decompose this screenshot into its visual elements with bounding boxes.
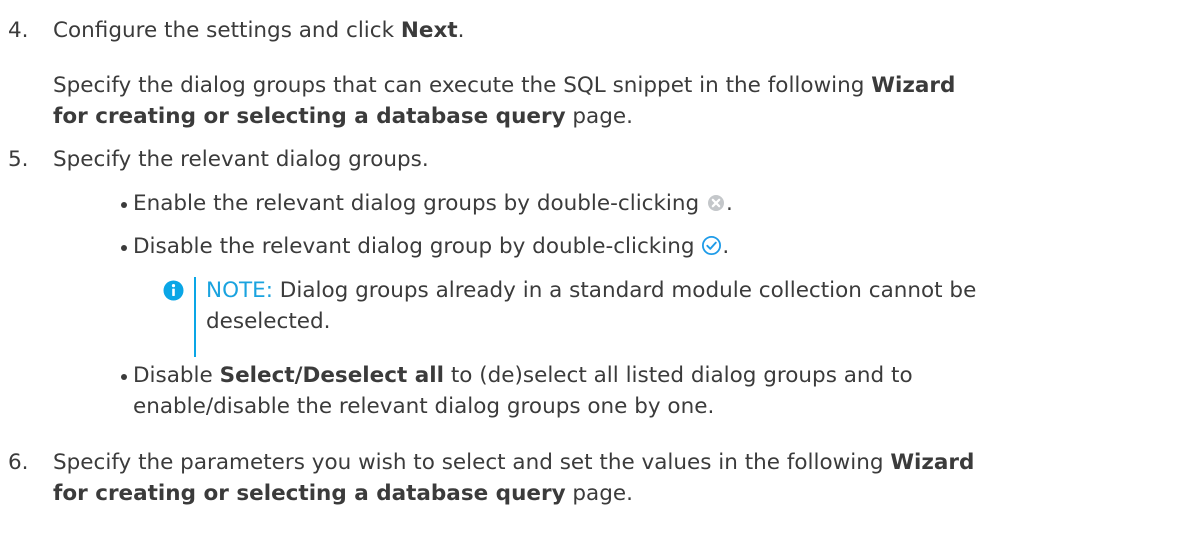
step-6-line1: Specify the parameters you wish to selec… [53,448,974,478]
bullet-select-line2: enable/disable the relevant dialog group… [133,394,715,419]
bullet-enable-post: . [726,191,733,216]
step-number: 6. [8,450,29,475]
bullet-dot [121,202,127,208]
step-4-text-pre: Configure the settings and click [53,18,401,43]
bullet-dot [121,374,127,380]
bullet-select-pre: Disable [133,363,220,388]
info-icon [163,280,184,307]
step-number: 5. [8,147,29,172]
bullet-dot [121,245,127,251]
select-deselect-label: Select/Deselect all [219,363,444,388]
step-4-para-pre: Specify the dialog groups that can execu… [53,73,872,98]
wizard-label: Wizard [890,450,975,475]
bullet-select-deselect: Disable Select/Deselect all to (de)selec… [133,361,913,391]
note-label: NOTE: [206,278,273,303]
note-bar [194,277,196,357]
step-4-text-post: . [457,18,465,43]
step-4-para-line1: Specify the dialog groups that can execu… [53,71,955,101]
step-4-para-line2: for creating or selecting a database que… [53,102,633,132]
step-6-line2: for creating or selecting a database que… [53,479,633,509]
wizard-name-label: for creating or selecting a database que… [53,104,566,129]
step-number: 4. [8,18,29,43]
disabled-x-icon [706,192,726,222]
wizard-label: Wizard [871,73,956,98]
step-6-pre: Specify the parameters you wish to selec… [53,450,891,475]
wizard-name-label: for creating or selecting a database que… [53,481,566,506]
note-line1: NOTE: Dialog groups already in a standar… [206,276,976,306]
next-label: Next [400,18,458,43]
bullet-disable: Disable the relevant dialog group by dou… [133,232,729,265]
enabled-check-icon [701,235,722,265]
step-4-text: Configure the settings and click Next. [53,16,464,46]
bullet-enable-text: Enable the relevant dialog groups by dou… [133,191,707,216]
step-6-post: page. [565,481,633,506]
note-text: Dialog groups already in a standard modu… [272,278,977,303]
bullet-enable: Enable the relevant dialog groups by dou… [133,189,733,222]
step-5-text: Specify the relevant dialog groups. [53,147,429,172]
bullet-disable-text: Disable the relevant dialog group by dou… [133,234,702,259]
note-line2: deselected. [206,309,331,334]
step-4-para-post: page. [565,104,633,129]
bullet-disable-post: . [722,234,730,259]
bullet-select-post: to (de)select all listed dialog groups a… [444,363,913,388]
